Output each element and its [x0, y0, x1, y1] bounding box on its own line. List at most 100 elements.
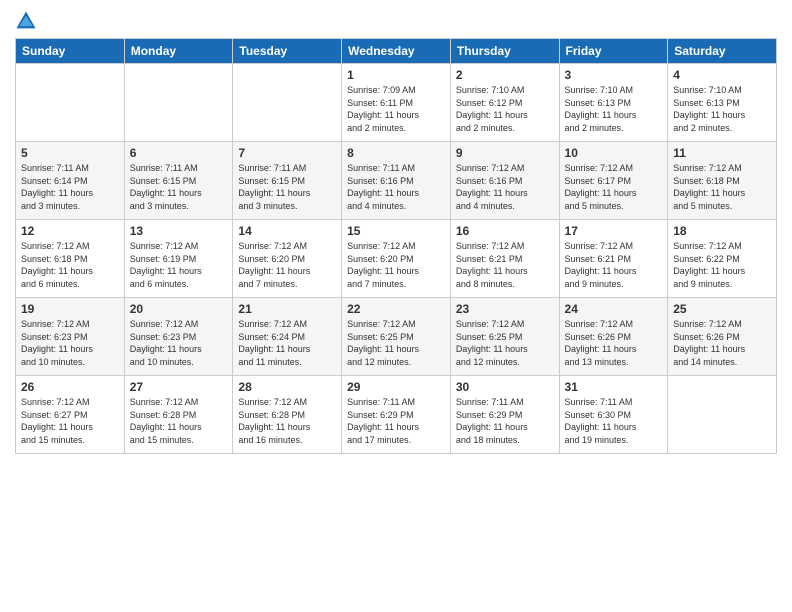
day-content: Sunrise: 7:12 AM Sunset: 6:18 PM Dayligh… — [21, 240, 119, 290]
day-number: 6 — [130, 146, 228, 160]
calendar-cell: 18 Sunrise: 7:12 AM Sunset: 6:22 PM Dayli… — [668, 220, 777, 298]
day-number: 4 — [673, 68, 771, 82]
calendar-cell: 19 Sunrise: 7:12 AM Sunset: 6:23 PM Dayli… — [16, 298, 125, 376]
day-number: 24 — [565, 302, 663, 316]
day-number: 22 — [347, 302, 445, 316]
header-row: SundayMondayTuesdayWednesdayThursdayFrid… — [16, 39, 777, 64]
day-content: Sunrise: 7:12 AM Sunset: 6:23 PM Dayligh… — [130, 318, 228, 368]
calendar-cell: 31Sunrise: 7:11 AM Sunset: 6:30 PM Dayli… — [559, 376, 668, 454]
day-content: Sunrise: 7:12 AM Sunset: 6:20 PM Dayligh… — [238, 240, 336, 290]
day-content: Sunrise: 7:11 AM Sunset: 6:29 PM Dayligh… — [347, 396, 445, 446]
day-number: 9 — [456, 146, 554, 160]
page: SundayMondayTuesdayWednesdayThursdayFrid… — [0, 0, 792, 612]
day-content: Sunrise: 7:10 AM Sunset: 6:12 PM Dayligh… — [456, 84, 554, 134]
calendar-cell: 13 Sunrise: 7:12 AM Sunset: 6:19 PM Dayli… — [124, 220, 233, 298]
day-number: 14 — [238, 224, 336, 238]
calendar-cell: 4 Sunrise: 7:10 AM Sunset: 6:13 PM Daylig… — [668, 64, 777, 142]
calendar-cell: 3 Sunrise: 7:10 AM Sunset: 6:13 PM Daylig… — [559, 64, 668, 142]
day-content: Sunrise: 7:12 AM Sunset: 6:28 PM Dayligh… — [238, 396, 336, 446]
day-content: Sunrise: 7:09 AM Sunset: 6:11 PM Dayligh… — [347, 84, 445, 134]
calendar-cell: 20 Sunrise: 7:12 AM Sunset: 6:23 PM Dayli… — [124, 298, 233, 376]
calendar-header: SundayMondayTuesdayWednesdayThursdayFrid… — [16, 39, 777, 64]
day-number: 21 — [238, 302, 336, 316]
day-number: 2 — [456, 68, 554, 82]
day-number: 25 — [673, 302, 771, 316]
calendar-cell — [16, 64, 125, 142]
day-content: Sunrise: 7:10 AM Sunset: 6:13 PM Dayligh… — [673, 84, 771, 134]
day-number: 12 — [21, 224, 119, 238]
calendar-cell: 14 Sunrise: 7:12 AM Sunset: 6:20 PM Dayli… — [233, 220, 342, 298]
day-content: Sunrise: 7:12 AM Sunset: 6:25 PM Dayligh… — [347, 318, 445, 368]
day-number: 8 — [347, 146, 445, 160]
calendar-cell: 9Sunrise: 7:12 AM Sunset: 6:16 PM Daylig… — [450, 142, 559, 220]
day-content: Sunrise: 7:12 AM Sunset: 6:27 PM Dayligh… — [21, 396, 119, 446]
day-number: 28 — [238, 380, 336, 394]
header-day-thursday: Thursday — [450, 39, 559, 64]
day-content: Sunrise: 7:12 AM Sunset: 6:21 PM Dayligh… — [565, 240, 663, 290]
calendar-cell: 15 Sunrise: 7:12 AM Sunset: 6:20 PM Dayli… — [342, 220, 451, 298]
header — [15, 10, 777, 32]
day-number: 1 — [347, 68, 445, 82]
calendar-cell: 27 Sunrise: 7:12 AM Sunset: 6:28 PM Dayli… — [124, 376, 233, 454]
calendar-cell: 5 Sunrise: 7:11 AM Sunset: 6:14 PM Daylig… — [16, 142, 125, 220]
day-number: 10 — [565, 146, 663, 160]
day-number: 19 — [21, 302, 119, 316]
day-content: Sunrise: 7:12 AM Sunset: 6:23 PM Dayligh… — [21, 318, 119, 368]
day-content: Sunrise: 7:12 AM Sunset: 6:21 PM Dayligh… — [456, 240, 554, 290]
logo — [15, 10, 41, 32]
calendar-cell: 7Sunrise: 7:11 AM Sunset: 6:15 PM Daylig… — [233, 142, 342, 220]
day-content: Sunrise: 7:12 AM Sunset: 6:25 PM Dayligh… — [456, 318, 554, 368]
calendar-cell: 11Sunrise: 7:12 AM Sunset: 6:18 PM Dayli… — [668, 142, 777, 220]
day-content: Sunrise: 7:12 AM Sunset: 6:19 PM Dayligh… — [130, 240, 228, 290]
day-content: Sunrise: 7:12 AM Sunset: 6:24 PM Dayligh… — [238, 318, 336, 368]
calendar-body: 1 Sunrise: 7:09 AM Sunset: 6:11 PM Daylig… — [16, 64, 777, 454]
day-content: Sunrise: 7:12 AM Sunset: 6:26 PM Dayligh… — [673, 318, 771, 368]
day-content: Sunrise: 7:12 AM Sunset: 6:22 PM Dayligh… — [673, 240, 771, 290]
day-number: 20 — [130, 302, 228, 316]
day-number: 7 — [238, 146, 336, 160]
day-number: 17 — [565, 224, 663, 238]
day-content: Sunrise: 7:11 AM Sunset: 6:15 PM Dayligh… — [130, 162, 228, 212]
calendar-cell: 10 Sunrise: 7:12 AM Sunset: 6:17 PM Dayli… — [559, 142, 668, 220]
calendar-cell: 24 Sunrise: 7:12 AM Sunset: 6:26 PM Dayli… — [559, 298, 668, 376]
day-number: 11 — [673, 146, 771, 160]
calendar-cell: 1 Sunrise: 7:09 AM Sunset: 6:11 PM Daylig… — [342, 64, 451, 142]
day-content: Sunrise: 7:10 AM Sunset: 6:13 PM Dayligh… — [565, 84, 663, 134]
header-day-sunday: Sunday — [16, 39, 125, 64]
week-row-2: 5 Sunrise: 7:11 AM Sunset: 6:14 PM Daylig… — [16, 142, 777, 220]
day-number: 5 — [21, 146, 119, 160]
calendar-cell — [233, 64, 342, 142]
calendar-cell: 6 Sunrise: 7:11 AM Sunset: 6:15 PM Daylig… — [124, 142, 233, 220]
calendar-cell: 23 Sunrise: 7:12 AM Sunset: 6:25 PM Dayli… — [450, 298, 559, 376]
calendar-cell: 21 Sunrise: 7:12 AM Sunset: 6:24 PM Dayli… — [233, 298, 342, 376]
header-day-wednesday: Wednesday — [342, 39, 451, 64]
day-number: 23 — [456, 302, 554, 316]
calendar-cell: 12 Sunrise: 7:12 AM Sunset: 6:18 PM Dayli… — [16, 220, 125, 298]
day-number: 15 — [347, 224, 445, 238]
calendar-cell: 17 Sunrise: 7:12 AM Sunset: 6:21 PM Dayli… — [559, 220, 668, 298]
calendar-table: SundayMondayTuesdayWednesdayThursdayFrid… — [15, 38, 777, 454]
day-content: Sunrise: 7:11 AM Sunset: 6:16 PM Dayligh… — [347, 162, 445, 212]
week-row-4: 19 Sunrise: 7:12 AM Sunset: 6:23 PM Dayli… — [16, 298, 777, 376]
week-row-5: 26 Sunrise: 7:12 AM Sunset: 6:27 PM Dayli… — [16, 376, 777, 454]
day-content: Sunrise: 7:12 AM Sunset: 6:26 PM Dayligh… — [565, 318, 663, 368]
day-content: Sunrise: 7:11 AM Sunset: 6:14 PM Dayligh… — [21, 162, 119, 212]
calendar-cell: 29 Sunrise: 7:11 AM Sunset: 6:29 PM Dayli… — [342, 376, 451, 454]
header-day-saturday: Saturday — [668, 39, 777, 64]
week-row-3: 12 Sunrise: 7:12 AM Sunset: 6:18 PM Dayli… — [16, 220, 777, 298]
day-content: Sunrise: 7:12 AM Sunset: 6:28 PM Dayligh… — [130, 396, 228, 446]
day-number: 26 — [21, 380, 119, 394]
header-day-friday: Friday — [559, 39, 668, 64]
day-content: Sunrise: 7:11 AM Sunset: 6:29 PM Dayligh… — [456, 396, 554, 446]
header-day-tuesday: Tuesday — [233, 39, 342, 64]
calendar-cell: 30Sunrise: 7:11 AM Sunset: 6:29 PM Dayli… — [450, 376, 559, 454]
day-content: Sunrise: 7:12 AM Sunset: 6:20 PM Dayligh… — [347, 240, 445, 290]
day-number: 27 — [130, 380, 228, 394]
day-number: 13 — [130, 224, 228, 238]
calendar-cell: 2 Sunrise: 7:10 AM Sunset: 6:12 PM Daylig… — [450, 64, 559, 142]
day-number: 29 — [347, 380, 445, 394]
calendar-cell — [124, 64, 233, 142]
day-content: Sunrise: 7:12 AM Sunset: 6:17 PM Dayligh… — [565, 162, 663, 212]
day-number: 3 — [565, 68, 663, 82]
day-number: 18 — [673, 224, 771, 238]
